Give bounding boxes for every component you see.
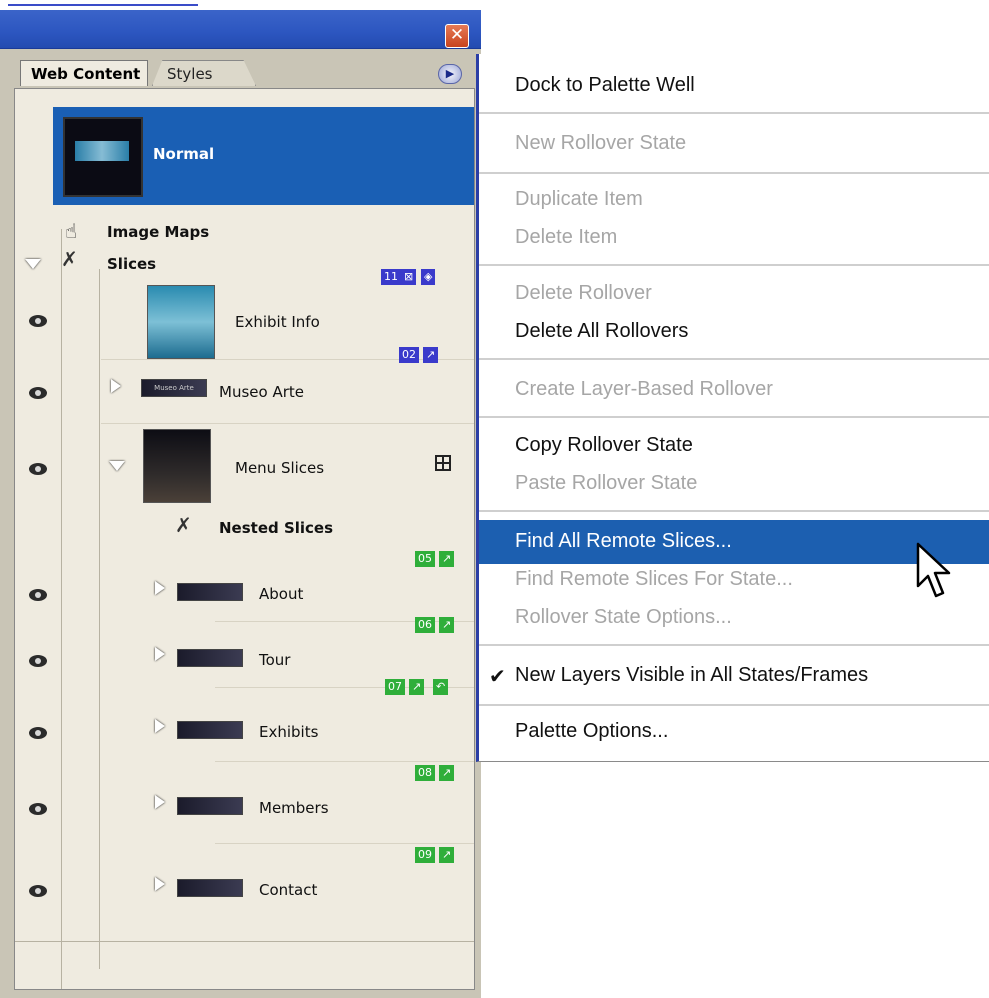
expand-arrow-icon[interactable] <box>155 877 165 891</box>
web-content-list: Normal ☝ Image Maps ✗ Slices Exhibit Inf… <box>14 88 475 990</box>
menu-separator <box>479 264 989 267</box>
slice-number-badge: 08 <box>415 765 435 781</box>
menu-item-new-layers-visible-in-all-states-frames[interactable]: New Layers Visible in All States/Frames <box>515 664 868 687</box>
about-thumbnail <box>177 583 243 601</box>
tree-guide-line <box>99 269 100 969</box>
slice-tool-icon: ✗ <box>175 513 192 537</box>
slice-tool-icon: ✗ <box>61 247 78 271</box>
menu-separator <box>479 172 989 175</box>
normal-state-thumbnail <box>63 117 143 197</box>
eye-icon[interactable] <box>29 727 47 739</box>
menu-separator <box>479 510 989 513</box>
eye-icon[interactable] <box>29 589 47 601</box>
rollover-arrow-icon: ↶ <box>433 679 449 695</box>
menu-separator <box>479 112 989 115</box>
expand-arrow-icon[interactable] <box>155 581 165 595</box>
slice-number-badge: 09 <box>415 847 435 863</box>
link-icon: ↗ <box>439 551 455 567</box>
row-separator <box>101 423 474 424</box>
slice-label-about[interactable]: About <box>259 585 303 603</box>
link-icon: ↗ <box>439 765 455 781</box>
menu-item-delete-rollover[interactable]: Delete Rollover <box>515 282 652 305</box>
menu-item-rollover-state-options[interactable]: Rollover State Options... <box>515 606 732 629</box>
link-icon: ↗ <box>439 617 455 633</box>
expand-arrow-icon[interactable] <box>155 719 165 733</box>
members-thumbnail <box>177 797 243 815</box>
row-separator <box>215 843 474 844</box>
collapse-arrow-icon[interactable] <box>109 461 125 471</box>
mouse-pointer-icon <box>916 542 951 598</box>
menu-item-dock-to-palette-well[interactable]: Dock to Palette Well <box>515 74 695 97</box>
nested-slices-label: Nested Slices <box>219 519 334 537</box>
state-row-normal[interactable]: Normal <box>53 107 474 205</box>
table-grid-icon <box>435 455 451 471</box>
menu-item-create-layer-based-rollover[interactable]: Create Layer-Based Rollover <box>515 378 773 401</box>
palette-tab-strip: Web Content Styles ▶ <box>6 58 471 88</box>
menu-separator <box>479 644 989 647</box>
menu-separator <box>479 358 989 361</box>
normal-state-label: Normal <box>153 145 215 163</box>
row-separator <box>215 621 474 622</box>
menu-item-delete-all-rollovers[interactable]: Delete All Rollovers <box>515 320 688 343</box>
slice-number-badge: 05 <box>415 551 435 567</box>
row-separator <box>215 761 474 762</box>
menu-separator <box>479 416 989 419</box>
link-icon: ↗ <box>423 347 439 363</box>
checkmark-icon: ✔ <box>489 664 506 688</box>
menu-slices-thumbnail <box>143 429 211 503</box>
menu-item-find-all-remote-slices[interactable]: Find All Remote Slices... <box>515 530 732 553</box>
slice-label-menu-slices[interactable]: Menu Slices <box>235 459 324 477</box>
palette-menu-arrow-icon[interactable]: ▶ <box>438 64 462 84</box>
slice-label-exhibits[interactable]: Exhibits <box>259 723 318 741</box>
menu-item-paste-rollover-state[interactable]: Paste Rollover State <box>515 472 697 495</box>
hand-icon: ☝ <box>65 219 78 243</box>
slice-number-badge: 06 <box>415 617 435 633</box>
menu-item-copy-rollover-state[interactable]: Copy Rollover State <box>515 434 693 457</box>
exhibit-info-thumbnail <box>147 285 215 359</box>
menu-item-palette-options[interactable]: Palette Options... <box>515 720 668 743</box>
image-type-icon: ⊠ <box>401 269 417 285</box>
slice-label-tour[interactable]: Tour <box>259 651 290 669</box>
rollover-icon: ◈ <box>421 269 436 285</box>
palette-title-bar[interactable]: ✕ <box>0 10 481 49</box>
exhibits-thumbnail <box>177 721 243 739</box>
contact-thumbnail <box>177 879 243 897</box>
eye-icon[interactable] <box>29 387 47 399</box>
close-icon[interactable]: ✕ <box>445 24 469 48</box>
web-content-palette: ✕ Web Content Styles ▶ Normal ☝ Image Ma… <box>0 10 481 998</box>
menu-item-delete-item[interactable]: Delete Item <box>515 226 617 249</box>
eye-icon[interactable] <box>29 315 47 327</box>
tour-thumbnail <box>177 649 243 667</box>
link-icon: ↗ <box>409 679 425 695</box>
slice-number-badge: 02 <box>399 347 419 363</box>
visibility-column <box>15 229 62 989</box>
menu-item-duplicate-item[interactable]: Duplicate Item <box>515 188 643 211</box>
slice-number-badge: 11 <box>381 269 401 285</box>
palette-context-menu: Dock to Palette Well New Rollover State … <box>476 54 989 762</box>
expand-arrow-icon[interactable] <box>155 795 165 809</box>
eye-icon[interactable] <box>29 803 47 815</box>
list-bottom-border <box>15 941 474 942</box>
slice-label-exhibit-info[interactable]: Exhibit Info <box>235 313 320 331</box>
slice-label-members[interactable]: Members <box>259 799 329 817</box>
menu-item-new-rollover-state[interactable]: New Rollover State <box>515 132 686 155</box>
menu-separator <box>479 704 989 707</box>
link-icon: ↗ <box>439 847 455 863</box>
tab-web-content[interactable]: Web Content <box>20 60 148 86</box>
expand-arrow-icon[interactable] <box>111 379 121 393</box>
slice-label-contact[interactable]: Contact <box>259 881 317 899</box>
slice-number-badge: 07 <box>385 679 405 695</box>
top-link-underline <box>8 0 198 6</box>
image-maps-label[interactable]: Image Maps <box>107 223 209 241</box>
slices-collapse-toggle[interactable] <box>25 259 41 269</box>
museo-arte-thumbnail: Museo Arte <box>141 379 207 397</box>
eye-icon[interactable] <box>29 885 47 897</box>
expand-arrow-icon[interactable] <box>155 647 165 661</box>
eye-icon[interactable] <box>29 463 47 475</box>
tab-styles[interactable]: Styles <box>152 60 256 86</box>
menu-item-find-remote-slices-for-state[interactable]: Find Remote Slices For State... <box>515 568 793 591</box>
slices-label[interactable]: Slices <box>107 255 156 273</box>
slice-label-museo-arte[interactable]: Museo Arte <box>219 383 304 401</box>
eye-icon[interactable] <box>29 655 47 667</box>
